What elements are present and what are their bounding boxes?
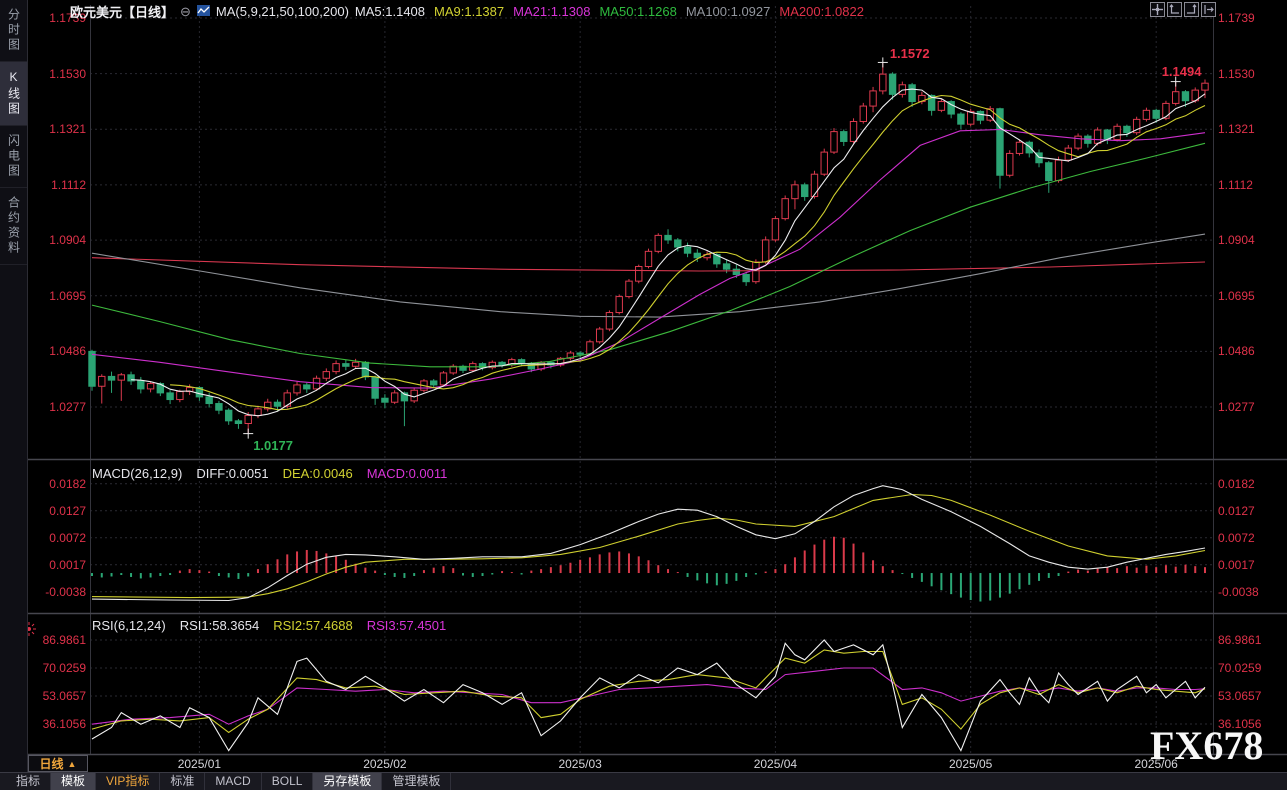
price-axis-label-left: 1.0904 [28, 233, 86, 247]
ma-value-label: MA200:1.0822 [779, 4, 864, 19]
trading-terminal: 分时图 K线图闪电图合约资料 欧元美元【日线】 ⊖ MA(5,9,21,50,10… [0, 0, 1287, 790]
rsi-axis-label-right: 53.0657 [1218, 689, 1282, 703]
rsi1-value: RSI1:58.3654 [180, 618, 260, 633]
page-title: 欧元美元【日线】 [70, 2, 174, 21]
period-label: 日线 [40, 755, 64, 772]
macd-axis-label-left: 0.0017 [28, 558, 86, 572]
sidebar-item-分时图[interactable]: 分时图 [0, 0, 27, 62]
sidebar-item-label: 分时图 [7, 8, 21, 53]
macd-axis-label-left: 0.0127 [28, 504, 86, 518]
xaxis-date-label: 2025/02 [353, 757, 417, 771]
sidebar-item-label: 闪电图 [7, 134, 21, 179]
toolbar-tab-BOLL[interactable]: BOLL [262, 773, 314, 790]
rsi-axis-label-left: 53.0657 [28, 689, 86, 703]
price-axis-label-left: 1.0277 [28, 400, 86, 414]
price-axis-label-left: 1.1530 [28, 67, 86, 81]
chart-type-icon[interactable] [197, 4, 210, 19]
rsi3-value: RSI3:57.4501 [367, 618, 447, 633]
ma-settings-label: MA(5,9,21,50,100,200) [216, 4, 349, 19]
sidebar-item-K线图[interactable]: K线图 [0, 62, 27, 126]
xaxis-date-label: 2025/04 [743, 757, 807, 771]
price-axis-label-right: 1.1112 [1218, 178, 1282, 192]
last-price-annotation: 1.1494 [1162, 64, 1202, 79]
collapse-icon[interactable]: ⊖ [180, 5, 191, 18]
rsi-axis-label-left: 36.1056 [28, 717, 86, 731]
price-axis-label-right: 1.0695 [1218, 289, 1282, 303]
watermark: FX678 [1150, 726, 1263, 766]
ma-value-label: MA5:1.1408 [355, 4, 425, 19]
rsi2-value: RSI2:57.4688 [273, 618, 353, 633]
ma-value-label: MA21:1.1308 [513, 4, 590, 19]
sidebar-item-label: K线图 [7, 70, 21, 117]
macd-diff-value: DIFF:0.0051 [196, 466, 268, 481]
macd-params: MACD(26,12,9) [92, 466, 182, 481]
xaxis-date-label: 2025/03 [548, 757, 612, 771]
price-axis-label-left: 1.1112 [28, 178, 86, 192]
toolbar-tab-VIP指标[interactable]: VIP指标 [96, 773, 160, 790]
toolbar-tab-另存模板[interactable]: 另存模板 [313, 773, 382, 790]
toolbar-tab-模板[interactable]: 模板 [51, 773, 96, 790]
pan-icon[interactable] [1150, 2, 1165, 17]
rsi-panel-header: RSI(6,12,24) RSI1:58.3654 RSI2:57.4688 R… [92, 618, 446, 633]
price-axis-label-right: 1.1530 [1218, 67, 1282, 81]
ma-values: MA5:1.1408 MA9:1.1387 MA21:1.1308 MA50:1.12… [355, 4, 864, 19]
low-price-annotation: 1.0177 [253, 438, 293, 453]
chart-header: 欧元美元【日线】 ⊖ MA(5,9,21,50,100,200) MA5:1.1… [70, 2, 864, 21]
ma-value-label: MA100:1.0927 [686, 4, 771, 19]
price-axis-label-right: 1.0277 [1218, 400, 1282, 414]
macd-axis-label-right: 0.0127 [1218, 504, 1282, 518]
rsi-axis-label-left: 86.9861 [28, 633, 86, 647]
price-axis-label-left: 1.0486 [28, 344, 86, 358]
toolbar-tab-MACD[interactable]: MACD [205, 773, 261, 790]
price-axis-label-right: 1.1739 [1218, 11, 1282, 25]
scale-left-axis-icon[interactable] [1167, 2, 1182, 17]
bottom-toolbar: 指标模板VIP指标标准MACDBOLL另存模板管理模板 [0, 772, 1287, 790]
price-axis-label-left: 1.1321 [28, 122, 86, 136]
chart-canvas[interactable] [0, 0, 1287, 790]
period-arrow-icon: ▲ [68, 759, 77, 769]
high-price-annotation: 1.1572 [890, 46, 930, 61]
price-axis-label-right: 1.0904 [1218, 233, 1282, 247]
rsi-params: RSI(6,12,24) [92, 618, 166, 633]
rsi-axis-label-left: 70.0259 [28, 661, 86, 675]
macd-axis-label-right: -0.0038 [1218, 585, 1282, 599]
ma-value-label: MA50:1.1268 [599, 4, 676, 19]
rsi-axis-label-right: 70.0259 [1218, 661, 1282, 675]
macd-dea-value: DEA:0.0046 [283, 466, 353, 481]
ma-value-label: MA9:1.1387 [434, 4, 504, 19]
chart-corner-toolbar [1150, 2, 1216, 17]
price-axis-label-right: 1.0486 [1218, 344, 1282, 358]
toolbar-tab-标准[interactable]: 标准 [160, 773, 205, 790]
price-axis-label-right: 1.1321 [1218, 122, 1282, 136]
scale-right-axis-icon[interactable] [1184, 2, 1199, 17]
xaxis-date-label: 2025/05 [939, 757, 1003, 771]
macd-axis-label-right: 0.0182 [1218, 477, 1282, 491]
macd-macd-value: MACD:0.0011 [367, 466, 448, 481]
macd-axis-label-left: -0.0038 [28, 585, 86, 599]
price-axis-label-left: 1.0695 [28, 289, 86, 303]
toolbar-tab-管理模板[interactable]: 管理模板 [382, 773, 451, 790]
sidebar-item-闪电图[interactable]: 闪电图 [0, 126, 27, 188]
macd-axis-label-left: 0.0072 [28, 531, 86, 545]
rsi-axis-label-right: 86.9861 [1218, 633, 1282, 647]
sidebar-item-合约资料[interactable]: 合约资料 [0, 188, 27, 265]
shift-right-icon[interactable] [1201, 2, 1216, 17]
period-selector[interactable]: 日线 ▲ [28, 755, 88, 772]
macd-axis-label-right: 0.0072 [1218, 531, 1282, 545]
macd-axis-label-left: 0.0182 [28, 477, 86, 491]
toolbar-tab-指标[interactable]: 指标 [6, 773, 51, 790]
macd-axis-label-right: 0.0017 [1218, 558, 1282, 572]
xaxis-date-label: 2025/01 [167, 757, 231, 771]
sidebar-item-label: 合约资料 [7, 196, 21, 256]
left-sidebar: 分时图 K线图闪电图合约资料 [0, 0, 28, 772]
macd-panel-header: MACD(26,12,9) DIFF:0.0051 DEA:0.0046 MAC… [92, 466, 447, 481]
